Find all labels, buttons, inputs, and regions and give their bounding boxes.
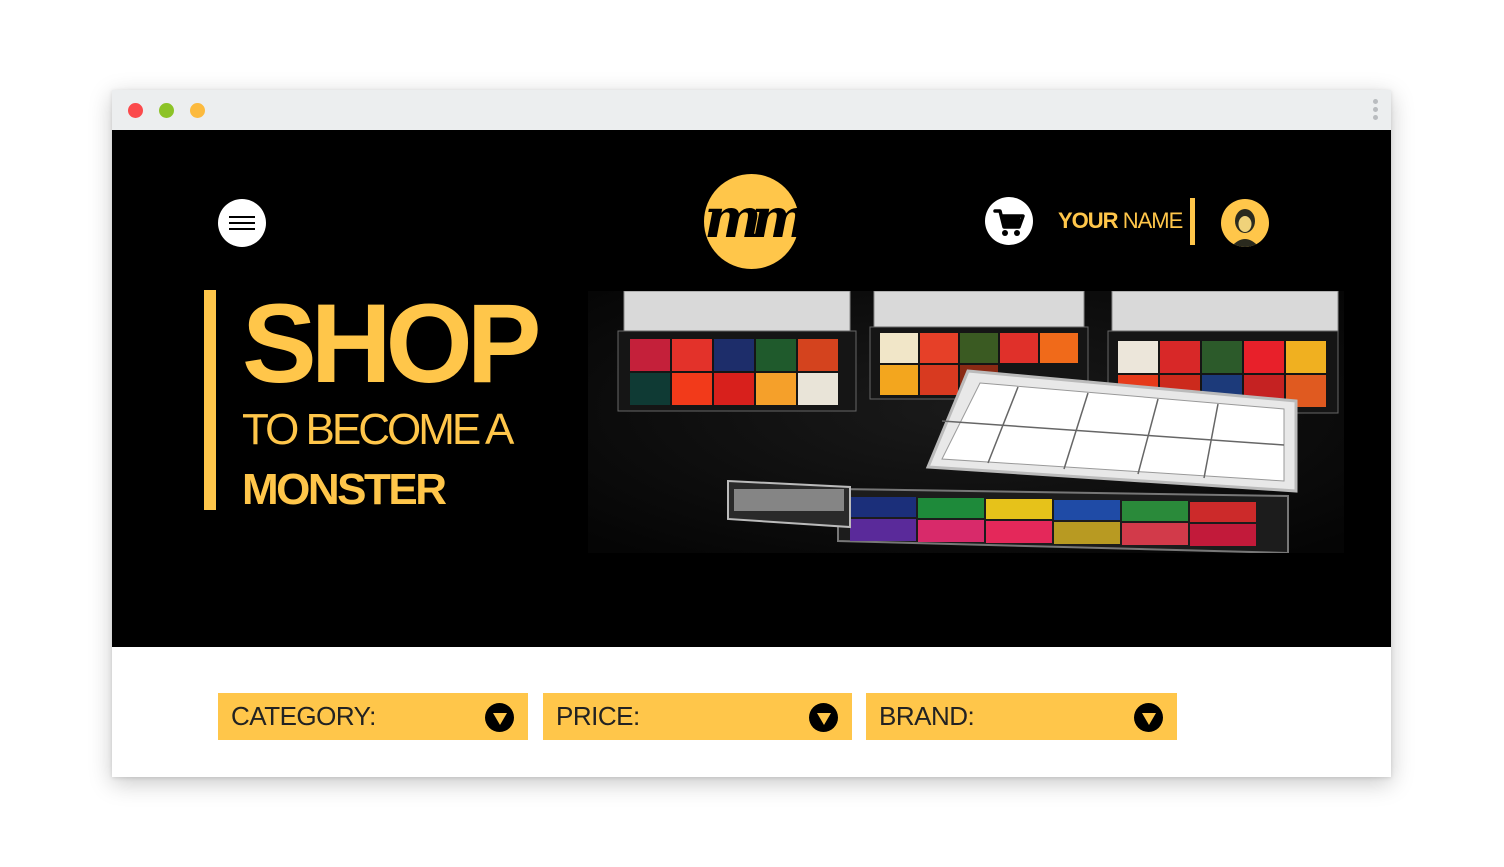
hero-emphasis: MONSTER	[242, 465, 447, 514]
avatar-image	[1221, 199, 1269, 247]
browser-titlebar	[112, 90, 1391, 130]
hero-image	[588, 291, 1344, 553]
price-filter-label: PRICE:	[556, 701, 640, 731]
user-name[interactable]: YOUR NAME	[1058, 207, 1184, 235]
hero-section: mm YOUR NAME SHOP TO BECOME A MONSTER	[112, 130, 1391, 647]
brand-filter-label: BRAND:	[879, 701, 975, 731]
user-name-last: NAME	[1122, 208, 1184, 233]
minimize-window-button[interactable]	[190, 103, 205, 118]
hero-subtitle: TO BECOME A	[242, 405, 514, 454]
user-divider	[1190, 198, 1195, 245]
maximize-window-button[interactable]	[159, 103, 174, 118]
dropdown-arrow-icon[interactable]	[485, 703, 514, 732]
brand-filter-dropdown[interactable]: BRAND:	[866, 693, 1177, 740]
logo-text: mm	[704, 186, 808, 250]
price-filter-dropdown[interactable]: PRICE:	[543, 693, 852, 740]
logo[interactable]: mm	[704, 174, 809, 269]
hamburger-menu-button[interactable]	[218, 199, 266, 247]
hero-accent-bar	[204, 290, 216, 510]
user-name-first: YOUR	[1058, 208, 1119, 233]
category-filter-dropdown[interactable]: CATEGORY:	[218, 693, 528, 740]
cart-button[interactable]	[985, 197, 1033, 245]
dropdown-arrow-icon[interactable]	[809, 703, 838, 732]
dropdown-arrow-icon[interactable]	[1134, 703, 1163, 732]
browser-window: mm YOUR NAME SHOP TO BECOME A MONSTER CA…	[112, 90, 1391, 777]
hero-title: SHOP	[242, 281, 541, 406]
hamburger-icon	[229, 216, 255, 218]
category-filter-label: CATEGORY:	[231, 701, 376, 731]
filter-bar: CATEGORY: PRICE: BRAND:	[112, 647, 1391, 777]
more-options-icon[interactable]	[1373, 99, 1379, 123]
close-window-button[interactable]	[128, 103, 143, 118]
cart-icon	[993, 209, 1025, 236]
avatar[interactable]	[1221, 199, 1269, 247]
